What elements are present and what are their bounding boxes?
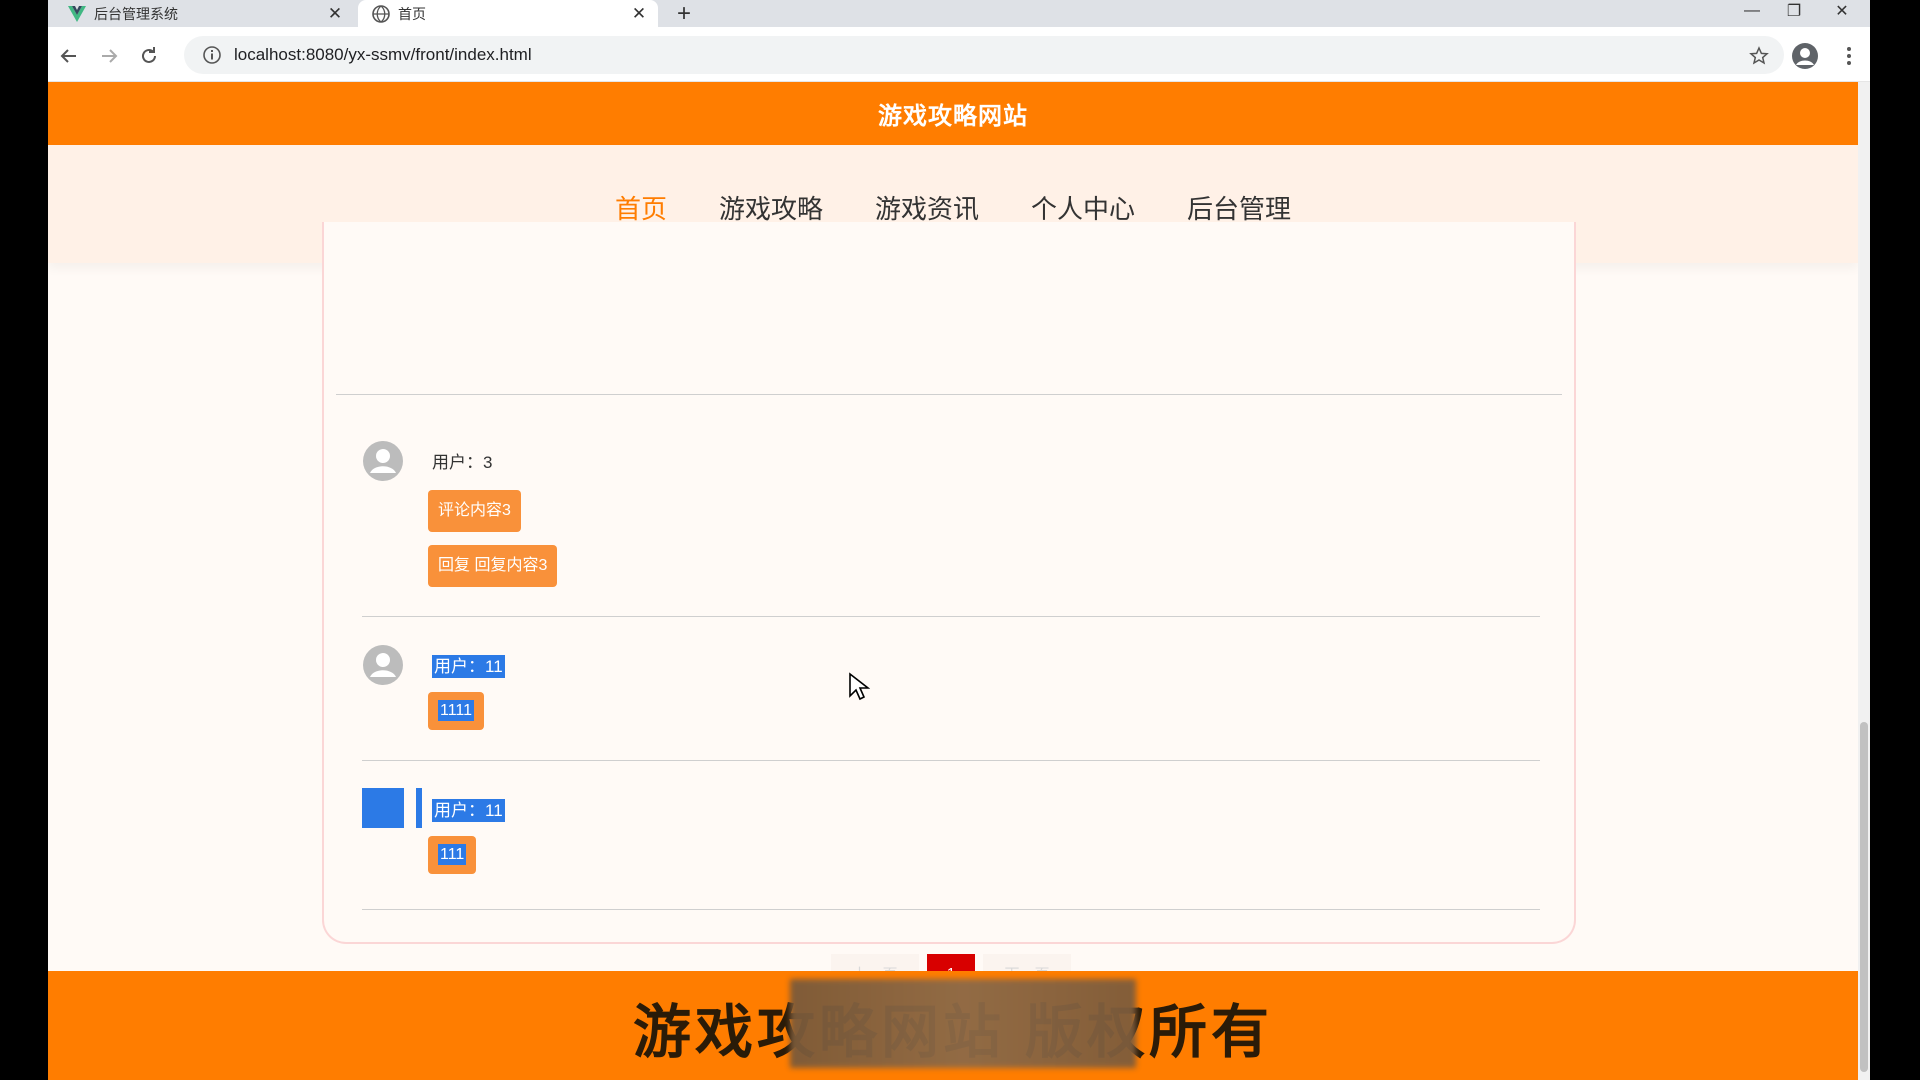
bookmark-star-icon[interactable]	[1744, 41, 1774, 71]
page-scrollbar[interactable]	[1858, 82, 1870, 1080]
restore-icon[interactable]: ❐	[1770, 0, 1818, 22]
comment-username: 用户：11	[432, 796, 505, 822]
url-text: localhost:8080/yx-ssmv/front/index.html	[234, 45, 532, 64]
selected-text: 用户：11	[432, 655, 505, 678]
selection-highlight	[416, 788, 422, 828]
window-close-icon[interactable]: ✕	[1818, 0, 1866, 22]
kebab-menu-icon[interactable]	[1834, 41, 1864, 71]
divider	[336, 394, 1562, 395]
comment-content: 评论内容3	[428, 490, 521, 532]
close-icon[interactable]: ✕	[324, 3, 346, 25]
selected-text: 1111	[438, 700, 475, 721]
info-icon[interactable]	[202, 45, 222, 65]
comment-item: 用户：11 1111	[362, 644, 1540, 790]
selected-text: 111	[438, 844, 467, 865]
tab-title: 后台管理系统	[94, 5, 178, 22]
tab-admin[interactable]: 后台管理系统 ✕	[54, 0, 354, 27]
divider	[362, 909, 1540, 910]
back-arrow-icon[interactable]	[54, 41, 84, 71]
user-avatar-icon	[362, 644, 404, 686]
mouse-cursor-icon	[849, 672, 870, 701]
tab-home[interactable]: 首页 ✕	[358, 0, 658, 27]
site-title: 游戏攻略网站	[48, 82, 1858, 145]
site-footer: 游戏攻略网站 版权所有	[48, 971, 1858, 1080]
scroll-thumb[interactable]	[1860, 722, 1868, 1072]
comment-username: 用户：3	[432, 453, 493, 472]
forward-arrow-icon[interactable]	[94, 41, 124, 71]
minimize-icon[interactable]: —	[1728, 0, 1776, 22]
url-input[interactable]: localhost:8080/yx-ssmv/front/index.html	[184, 36, 1784, 74]
comment-username: 用户：11	[432, 652, 505, 678]
comment-content: 111	[428, 836, 477, 874]
tab-title: 首页	[398, 5, 426, 22]
profile-avatar-icon[interactable]	[1790, 41, 1820, 71]
close-icon[interactable]: ✕	[628, 3, 650, 25]
user-avatar-icon	[362, 440, 404, 482]
reload-icon[interactable]	[134, 41, 164, 71]
comment-item: 用户：3 评论内容3 回复 回复内容3	[362, 440, 1540, 658]
selected-text: 用户：11	[432, 799, 505, 822]
comments-card: 用户：3 评论内容3 回复 回复内容3 用户：11 1111 用户：11 111	[322, 222, 1576, 992]
address-bar: localhost:8080/yx-ssmv/front/index.html	[48, 27, 1870, 82]
web-page: 游戏攻略网站 首页 游戏攻略 游戏资讯 个人中心 后台管理 用户：3 评论内容3…	[48, 82, 1858, 1080]
comment-item: 用户：11 111	[362, 788, 1540, 934]
divider	[362, 760, 1540, 761]
blurred-overlay	[790, 979, 1136, 1068]
tab-strip: 后台管理系统 ✕ 首页 ✕ + — ❐ ✕	[48, 0, 1870, 27]
comment-reply: 回复 回复内容3	[428, 545, 558, 587]
new-tab-button[interactable]: +	[670, 0, 698, 27]
comment-content: 1111	[428, 692, 485, 730]
vue-logo-icon	[68, 5, 86, 23]
selected-avatar-highlight	[362, 788, 404, 828]
globe-icon	[372, 4, 390, 23]
divider	[362, 616, 1540, 617]
browser-window: 后台管理系统 ✕ 首页 ✕ + — ❐ ✕ localhost:8080/yx-…	[48, 0, 1870, 1080]
